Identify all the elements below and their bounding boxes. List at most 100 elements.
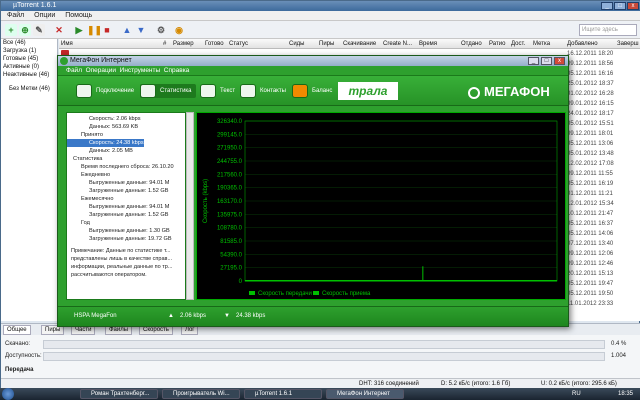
maximize-button[interactable]: □ — [614, 2, 626, 10]
remove-icon[interactable]: ✕ — [53, 24, 65, 36]
tree-item[interactable]: Загруженные данные: 19.72 GB — [67, 235, 172, 243]
minimize-button[interactable]: _ — [601, 2, 613, 10]
y-tick-label: 217560.0 — [217, 172, 243, 178]
y-tick-label: 81585.0 — [220, 239, 242, 245]
col-create[interactable]: Create N... — [383, 39, 412, 49]
col-status[interactable]: Статус — [229, 39, 248, 49]
col-seeds[interactable]: Сиды — [289, 39, 305, 49]
nav-connection[interactable]: Подключение — [76, 84, 134, 98]
category-completed[interactable]: Готовые (45) — [1, 55, 57, 63]
col-name[interactable]: Имя — [61, 39, 73, 49]
mf-menu-help[interactable]: Справка — [164, 67, 190, 74]
tree-item[interactable]: Ежемесячно — [67, 195, 113, 203]
tree-item[interactable]: Выгруженные данные: 94.01 M — [67, 203, 169, 211]
y-axis-label: Скорость (kbps) — [203, 179, 209, 223]
downloaded-value: 0.4 % — [611, 341, 627, 347]
y-tick-label: 190365.0 — [217, 186, 243, 192]
task-item-2[interactable]: Проигрыватель Wi... — [162, 389, 240, 399]
legend-label: Скорость приема — [322, 291, 371, 297]
mf-minimize-button[interactable]: _ — [528, 57, 539, 65]
nav-text[interactable]: Текст — [200, 84, 235, 98]
tree-item[interactable]: Выгруженные данные: 94.01 M — [67, 179, 169, 187]
search-input[interactable]: Ищите здесь — [579, 24, 637, 36]
mf-menu-operations[interactable]: Операции — [86, 67, 116, 74]
tree-item[interactable]: Ежедневно — [67, 171, 110, 179]
tree-item[interactable]: Загруженные данные: 1.52 GB — [67, 211, 168, 219]
nav-contacts-label: Контакты — [260, 88, 286, 94]
added-date: 09.12.2011 12:06 — [567, 251, 614, 257]
mf-maximize-button[interactable]: □ — [541, 57, 552, 65]
speed-chart: 0 27195.0 54390.0 81585.0 108780.0 135975.0 16… — [196, 112, 566, 300]
tree-item[interactable]: Время последнего сброса: 26.10.20 — [67, 163, 174, 171]
task-item-1[interactable]: Роман Трахтенберг... — [80, 389, 158, 399]
tree-scrollbar[interactable] — [186, 112, 194, 300]
nav-contacts[interactable]: Контакты — [240, 84, 286, 98]
col-uploaded[interactable]: Отдано — [461, 39, 482, 49]
mf-menu-tools[interactable]: Инструменты — [120, 67, 161, 74]
added-date: 01.12.2011 11:21 — [567, 191, 613, 197]
pause-icon[interactable]: ❚❚ — [87, 24, 102, 36]
y-tick-label: 54390.0 — [220, 252, 242, 258]
tree-item[interactable]: Выгруженные данные: 1.30 GB — [67, 227, 170, 235]
utorrent-titlebar[interactable]: µTorrent 1.6.1 _ □ x — [1, 1, 640, 11]
col-done[interactable]: Готово — [205, 39, 224, 49]
col-label[interactable]: Метка — [533, 39, 550, 49]
add-url-icon[interactable]: ⊕ — [19, 24, 31, 36]
create-torrent-icon[interactable]: ✎ — [33, 24, 45, 36]
tree-item[interactable]: Скорость: 24.38 kbps — [67, 139, 144, 147]
utorrent-toolbar: + ⊕ ✎ ✕ ▶ ❚❚ ■ ▲ ▼ ⚙ ◉ — [1, 21, 640, 39]
start-icon[interactable]: ▶ — [73, 24, 85, 36]
tree-item[interactable]: Данных: 563.69 KB — [67, 123, 138, 131]
statistics-tree: Скорость: 2.06 kbps Данных: 563.69 KB Прин… — [66, 112, 186, 300]
task-item-4[interactable]: МегаФон Интернет — [326, 389, 404, 399]
col-number[interactable]: # — [163, 39, 166, 49]
added-date: 05.12.2011 19:47 — [567, 281, 614, 287]
col-avail[interactable]: Дост. — [511, 39, 525, 49]
tree-item[interactable]: Статистика — [67, 155, 102, 163]
added-date: 16.12.2011 18:20 — [567, 51, 614, 57]
tree-item[interactable]: Данных: 2.05 MB — [67, 147, 133, 155]
col-peers[interactable]: Пиры — [319, 39, 334, 49]
category-no-label[interactable]: Без Метки (46) — [1, 85, 57, 93]
tree-item[interactable]: Скорость: 2.06 kbps — [67, 115, 141, 123]
megafon-titlebar[interactable]: МегаФон Интернет _ □ x — [58, 56, 568, 66]
col-size[interactable]: Размер — [173, 39, 194, 49]
add-torrent-icon[interactable]: + — [5, 24, 17, 36]
col-time[interactable]: Время — [419, 39, 437, 49]
mf-close-button[interactable]: x — [554, 57, 565, 65]
megafon-window: МегаФон Интернет _ □ x Файл Операции Инс… — [57, 55, 569, 327]
move-up-icon[interactable]: ▲ — [121, 24, 133, 36]
menu-options[interactable]: Опции — [34, 12, 55, 19]
stop-icon[interactable]: ■ — [101, 24, 113, 36]
menu-file[interactable]: Файл — [7, 12, 24, 19]
tree-item[interactable]: Загруженные данные: 1.52 GB — [67, 187, 168, 195]
col-ratio[interactable]: Ратио — [489, 39, 505, 49]
mf-menu-file[interactable]: Файл — [66, 67, 82, 74]
language-indicator[interactable]: RU — [572, 388, 581, 400]
menu-help[interactable]: Помощь — [65, 12, 92, 19]
move-down-icon[interactable]: ▼ — [135, 24, 147, 36]
task-item-3[interactable]: µTorrent 1.6.1 — [244, 389, 322, 399]
col-download[interactable]: Скачивание — [343, 39, 376, 49]
upload-icon: ▲ — [168, 313, 174, 319]
category-all[interactable]: Все (46) — [1, 39, 57, 47]
added-date: 09.12.2011 11:55 — [567, 171, 613, 177]
settings-icon[interactable]: ⚙ — [155, 24, 167, 36]
category-inactive[interactable]: Неактивные (46) — [1, 71, 57, 79]
nav-balance[interactable]: Баланс — [292, 84, 332, 98]
tree-item[interactable]: Год — [67, 219, 90, 227]
category-active[interactable]: Активные (0) — [1, 63, 57, 71]
legend-swatch — [249, 291, 255, 295]
col-added[interactable]: Добавлено — [567, 39, 598, 49]
nav-statistics[interactable]: Статистика — [140, 84, 196, 98]
category-downloading[interactable]: Загрузка (1) — [1, 47, 57, 55]
start-button[interactable] — [2, 388, 14, 400]
text-icon — [200, 84, 216, 98]
nav-text-label: Текст — [220, 88, 236, 94]
close-button[interactable]: x — [627, 2, 639, 10]
tab-general[interactable]: Общее — [3, 325, 31, 335]
rss-icon[interactable]: ◉ — [173, 24, 185, 36]
statistics-icon — [140, 84, 156, 98]
tree-item[interactable]: Принято — [67, 131, 103, 139]
col-finished[interactable]: Заверш — [617, 39, 639, 49]
